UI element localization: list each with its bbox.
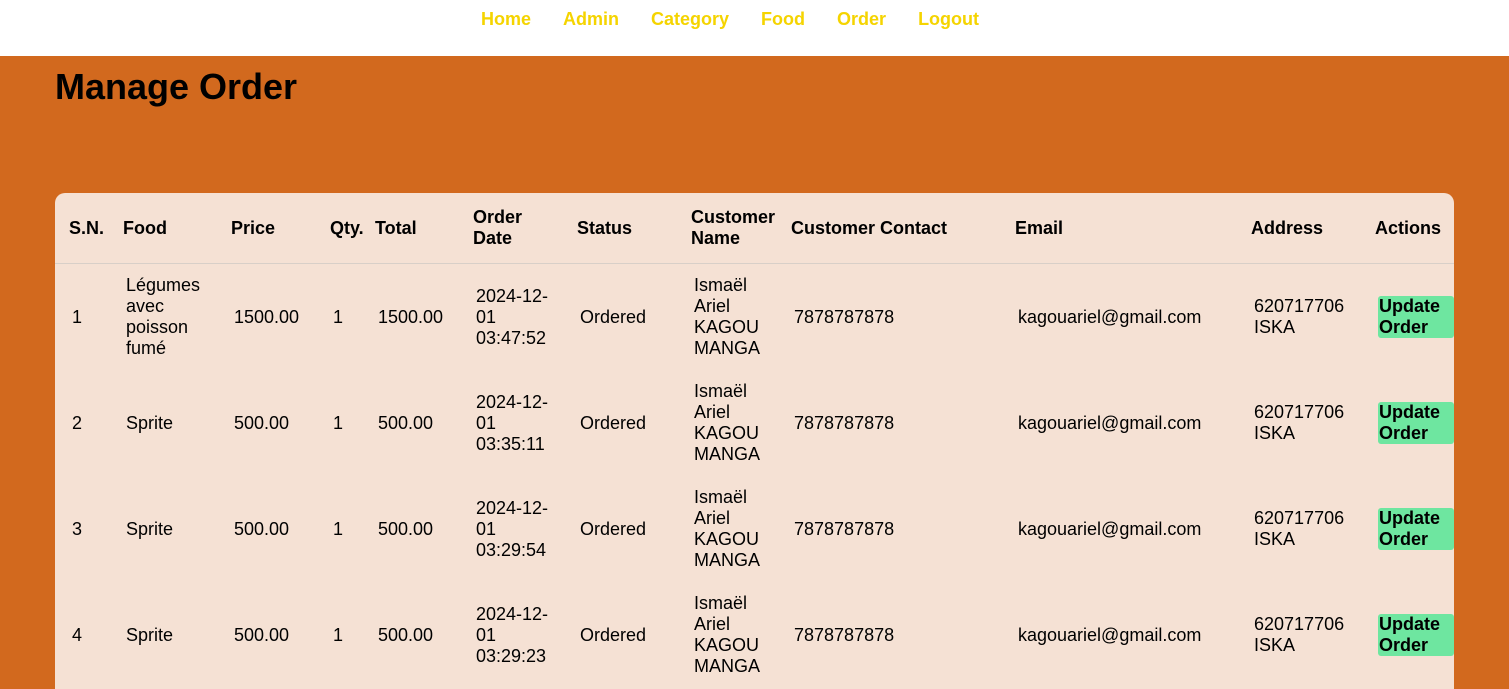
nav-food-link[interactable]: Food: [761, 9, 805, 30]
cell-address: 620717706 ISKA: [1254, 296, 1345, 337]
cell-order-date: 2024-12-01 03:35:11: [476, 391, 549, 454]
header-customer-contact: Customer Contact: [777, 193, 1001, 264]
nav-menu: Home Admin Category Food Order Logout: [481, 9, 1011, 30]
cell-status: Ordered: [580, 624, 647, 645]
cell-price: 500.00: [234, 518, 290, 539]
cell-email: kagouariel@gmail.com: [1018, 412, 1202, 433]
cell-qty: 1: [333, 624, 344, 645]
cell-actions: Update Order: [1361, 370, 1454, 476]
cell-customer-contact: 7878787878: [794, 518, 895, 539]
cell-customer-name: Ismaël Ariel KAGOU MANGA: [694, 381, 761, 464]
cell-qty: 1: [333, 306, 344, 327]
cell-actions: Update Order: [1361, 582, 1454, 688]
cell-total: 500.00: [378, 624, 434, 645]
cell-price: 500.00: [234, 412, 290, 433]
header-actions: Actions: [1361, 193, 1454, 264]
header-food: Food: [109, 193, 217, 264]
cell-total: 1500.00: [378, 306, 444, 327]
cell-status: Ordered: [580, 518, 647, 539]
cell-price: 500.00: [234, 624, 290, 645]
cell-sn: 1: [72, 306, 83, 327]
header-address: Address: [1237, 193, 1361, 264]
nav-admin-link[interactable]: Admin: [563, 9, 619, 30]
cell-email: kagouariel@gmail.com: [1018, 624, 1202, 645]
update-order-button[interactable]: Update Order: [1378, 402, 1454, 444]
cell-food: Légumes avec poisson fumé: [126, 275, 201, 358]
cell-customer-contact: 7878787878: [794, 624, 895, 645]
table-row: 4 Sprite 500.00 1 500.00 2024-12-01 03:2…: [55, 582, 1454, 688]
table-row: 1 Légumes avec poisson fumé 1500.00 1 15…: [55, 264, 1454, 371]
cell-email: kagouariel@gmail.com: [1018, 306, 1202, 327]
header-total: Total: [361, 193, 459, 264]
header-qty: Qty.: [316, 193, 364, 264]
cell-customer-name: Ismaël Ariel KAGOU MANGA: [694, 593, 761, 676]
update-order-button[interactable]: Update Order: [1378, 508, 1454, 550]
page-title: Manage Order: [55, 66, 298, 107]
nav-order-link[interactable]: Order: [837, 9, 886, 30]
cell-food: Sprite: [126, 624, 174, 645]
nav-home-link[interactable]: Home: [481, 9, 531, 30]
cell-qty: 1: [333, 412, 344, 433]
table-row: 2 Sprite 500.00 1 500.00 2024-12-01 03:3…: [55, 370, 1454, 476]
cell-qty: 1: [333, 518, 344, 539]
cell-food: Sprite: [126, 412, 174, 433]
cell-address: 620717706 ISKA: [1254, 402, 1345, 443]
cell-status: Ordered: [580, 306, 647, 327]
cell-customer-name: Ismaël Ariel KAGOU MANGA: [694, 487, 761, 570]
cell-address: 620717706 ISKA: [1254, 508, 1345, 549]
cell-order-date: 2024-12-01 03:29:54: [476, 497, 549, 560]
cell-order-date: 2024-12-01 03:47:52: [476, 285, 549, 348]
cell-customer-contact: 7878787878: [794, 306, 895, 327]
cell-order-date: 2024-12-01 03:29:23: [476, 603, 549, 666]
top-navigation: Home Admin Category Food Order Logout: [0, 0, 1509, 56]
orders-table: S.N. Food Price Qty. Total Order Date St…: [55, 193, 1454, 688]
cell-address: 620717706 ISKA: [1254, 614, 1345, 655]
cell-actions: Update Order: [1361, 476, 1454, 582]
header-email: Email: [1001, 193, 1237, 264]
cell-total: 500.00: [378, 412, 434, 433]
cell-sn: 2: [72, 412, 83, 433]
cell-price: 1500.00: [234, 306, 300, 327]
header-order-date: Order Date: [459, 193, 563, 264]
cell-food: Sprite: [126, 518, 174, 539]
table-header-row: S.N. Food Price Qty. Total Order Date St…: [55, 193, 1454, 264]
update-order-button[interactable]: Update Order: [1378, 614, 1454, 656]
cell-email: kagouariel@gmail.com: [1018, 518, 1202, 539]
header-price: Price: [217, 193, 316, 264]
cell-sn: 3: [72, 518, 83, 539]
table-row: 3 Sprite 500.00 1 500.00 2024-12-01 03:2…: [55, 476, 1454, 582]
header-customer-name: Customer Name: [677, 193, 777, 264]
header-sn: S.N.: [55, 193, 109, 264]
update-order-button[interactable]: Update Order: [1378, 296, 1454, 338]
cell-customer-contact: 7878787878: [794, 412, 895, 433]
cell-sn: 4: [72, 624, 83, 645]
orders-table-card: S.N. Food Price Qty. Total Order Date St…: [55, 193, 1454, 689]
cell-customer-name: Ismaël Ariel KAGOU MANGA: [694, 275, 761, 358]
cell-total: 500.00: [378, 518, 434, 539]
nav-logout-link[interactable]: Logout: [918, 9, 979, 30]
cell-status: Ordered: [580, 412, 647, 433]
nav-category-link[interactable]: Category: [651, 9, 729, 30]
cell-actions: Update Order: [1361, 264, 1454, 371]
header-status: Status: [563, 193, 677, 264]
